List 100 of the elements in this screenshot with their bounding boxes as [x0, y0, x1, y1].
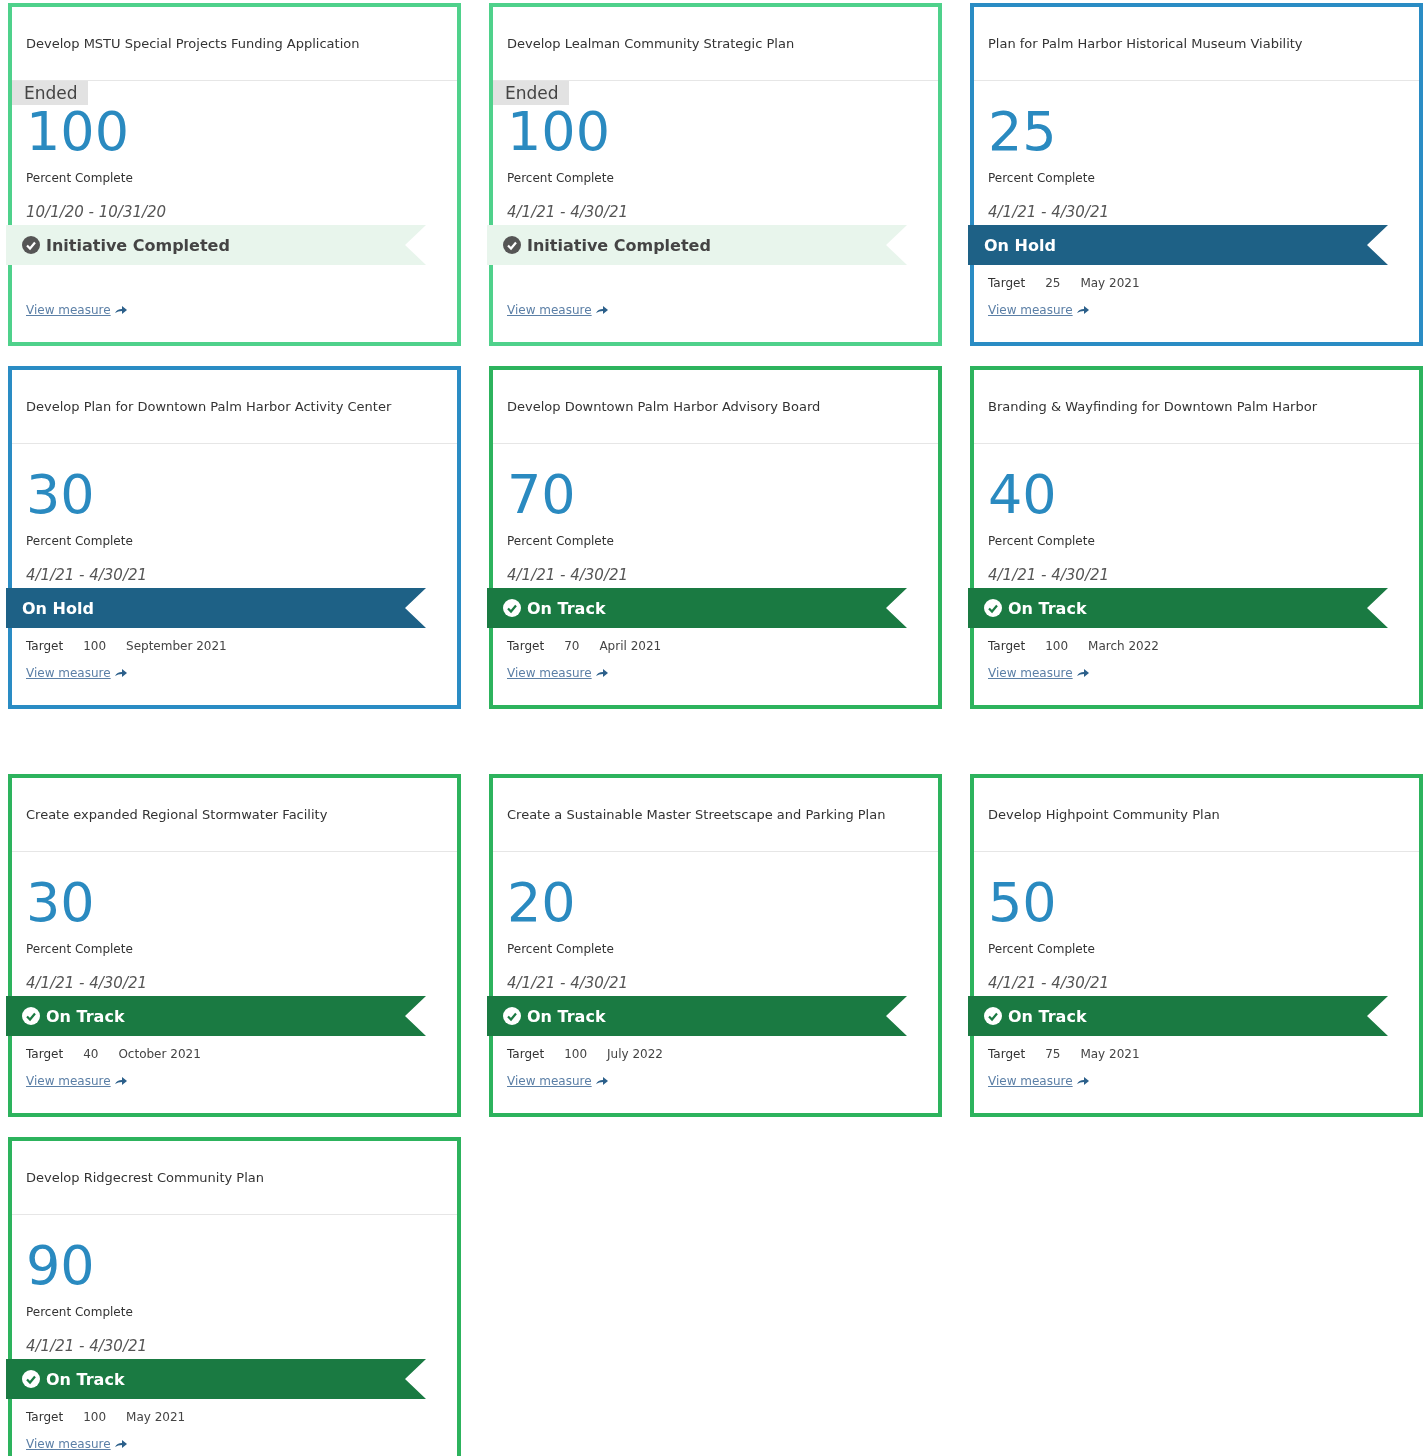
- ended-badge: Ended: [12, 81, 88, 105]
- percent-label: Percent Complete: [988, 942, 1096, 956]
- status-ribbon: On Track: [487, 588, 907, 628]
- status-ribbon: Initiative Completed: [6, 225, 426, 265]
- card-title: Develop MSTU Special Projects Funding Application: [26, 36, 360, 51]
- date-range: 4/1/21 - 4/30/21: [507, 203, 630, 221]
- check-circle-icon: [984, 599, 1002, 617]
- target-date: May 2021: [126, 1410, 186, 1424]
- target-date: April 2021: [599, 639, 662, 653]
- view-measure-link[interactable]: View measure: [26, 1437, 111, 1451]
- percent-value: 100: [26, 105, 131, 159]
- status-ribbon: On Track: [487, 996, 907, 1036]
- card-title: Develop Lealman Community Strategic Plan: [507, 36, 795, 51]
- arrow-icon: [114, 1077, 127, 1085]
- target-date: September 2021: [126, 639, 227, 653]
- target-label: Target: [988, 1047, 1026, 1061]
- percent-value: 40: [988, 468, 1058, 522]
- check-circle-icon: [22, 236, 40, 254]
- date-range: 4/1/21 - 4/30/21: [988, 203, 1111, 221]
- view-measure-link[interactable]: View measure: [26, 303, 111, 317]
- target-value: 100: [83, 1410, 107, 1424]
- target-value: 25: [1045, 276, 1061, 290]
- view-measure-link[interactable]: View measure: [26, 1074, 111, 1088]
- target-date: October 2021: [118, 1047, 201, 1061]
- arrow-icon: [595, 669, 608, 677]
- check-circle-icon: [22, 1007, 40, 1025]
- status-ribbon: On Track: [968, 996, 1388, 1036]
- check-circle-icon: [503, 236, 521, 254]
- target-label: Target: [507, 639, 545, 653]
- target-value: 100: [564, 1047, 588, 1061]
- date-range: 10/1/20 - 10/31/20: [26, 203, 168, 221]
- arrow-icon: [1076, 669, 1089, 677]
- target-value: 100: [83, 639, 107, 653]
- arrow-icon: [1076, 1077, 1089, 1085]
- target-label: Target: [26, 1047, 64, 1061]
- ended-badge: Ended: [493, 81, 569, 105]
- card-title: Develop Downtown Palm Harbor Advisory Board: [507, 399, 821, 414]
- target-label: Target: [507, 1047, 545, 1061]
- arrow-icon: [1076, 306, 1089, 314]
- percent-value: 100: [507, 105, 612, 159]
- view-measure-link[interactable]: View measure: [988, 666, 1073, 680]
- percent-label: Percent Complete: [26, 534, 134, 548]
- date-range: 4/1/21 - 4/30/21: [26, 566, 149, 584]
- percent-label: Percent Complete: [26, 1305, 134, 1319]
- target-date: March 2022: [1088, 639, 1159, 653]
- percent-label: Percent Complete: [988, 534, 1096, 548]
- date-range: 4/1/21 - 4/30/21: [988, 566, 1111, 584]
- percent-value: 70: [507, 468, 577, 522]
- percent-label: Percent Complete: [507, 942, 615, 956]
- card-title: Create a Sustainable Master Streetscape and Parking Plan: [507, 807, 886, 822]
- arrow-icon: [114, 1440, 127, 1448]
- target-value: 40: [83, 1047, 99, 1061]
- view-measure-link[interactable]: View measure: [26, 666, 111, 680]
- target-value: 75: [1045, 1047, 1061, 1061]
- target-label: Target: [26, 1410, 64, 1424]
- card-title: Plan for Palm Harbor Historical Museum Viability: [988, 36, 1303, 51]
- date-range: 4/1/21 - 4/30/21: [26, 974, 149, 992]
- percent-label: Percent Complete: [507, 534, 615, 548]
- card-title: Create expanded Regional Stormwater Facility: [26, 807, 328, 822]
- status-ribbon: On Hold: [968, 225, 1388, 265]
- target-label: Target: [988, 276, 1026, 290]
- percent-value: 20: [507, 876, 577, 930]
- card-title: Branding & Wayfinding for Downtown Palm Harbor: [988, 399, 1317, 414]
- card-title: Develop Ridgecrest Community Plan: [26, 1170, 265, 1185]
- percent-value: 30: [26, 876, 96, 930]
- percent-label: Percent Complete: [988, 171, 1096, 185]
- date-range: 4/1/21 - 4/30/21: [507, 566, 630, 584]
- arrow-icon: [595, 306, 608, 314]
- target-date: July 2022: [607, 1047, 663, 1061]
- check-circle-icon: [22, 1370, 40, 1388]
- status-ribbon: On Track: [968, 588, 1388, 628]
- percent-value: 50: [988, 876, 1058, 930]
- card-title: Develop Highpoint Community Plan: [988, 807, 1220, 822]
- view-measure-link[interactable]: View measure: [988, 303, 1073, 317]
- target-date: May 2021: [1080, 1047, 1140, 1061]
- percent-value: 30: [26, 468, 96, 522]
- arrow-icon: [114, 669, 127, 677]
- status-ribbon: On Hold: [6, 588, 426, 628]
- arrow-icon: [114, 306, 127, 314]
- percent-value: 90: [26, 1239, 96, 1293]
- check-circle-icon: [503, 599, 521, 617]
- view-measure-link[interactable]: View measure: [988, 1074, 1073, 1088]
- check-circle-icon: [984, 1007, 1002, 1025]
- percent-value: 25: [988, 105, 1058, 159]
- status-ribbon: On Track: [6, 1359, 426, 1399]
- target-label: Target: [988, 639, 1026, 653]
- percent-label: Percent Complete: [26, 942, 134, 956]
- target-date: May 2021: [1080, 276, 1140, 290]
- status-ribbon: Initiative Completed: [487, 225, 907, 265]
- card-title: Develop Plan for Downtown Palm Harbor Activity Center: [26, 399, 392, 414]
- arrow-icon: [595, 1077, 608, 1085]
- percent-label: Percent Complete: [507, 171, 615, 185]
- date-range: 4/1/21 - 4/30/21: [26, 1337, 149, 1355]
- status-ribbon: On Track: [6, 996, 426, 1036]
- view-measure-link[interactable]: View measure: [507, 303, 592, 317]
- percent-label: Percent Complete: [26, 171, 134, 185]
- view-measure-link[interactable]: View measure: [507, 666, 592, 680]
- date-range: 4/1/21 - 4/30/21: [988, 974, 1111, 992]
- view-measure-link[interactable]: View measure: [507, 1074, 592, 1088]
- target-value: 70: [564, 639, 580, 653]
